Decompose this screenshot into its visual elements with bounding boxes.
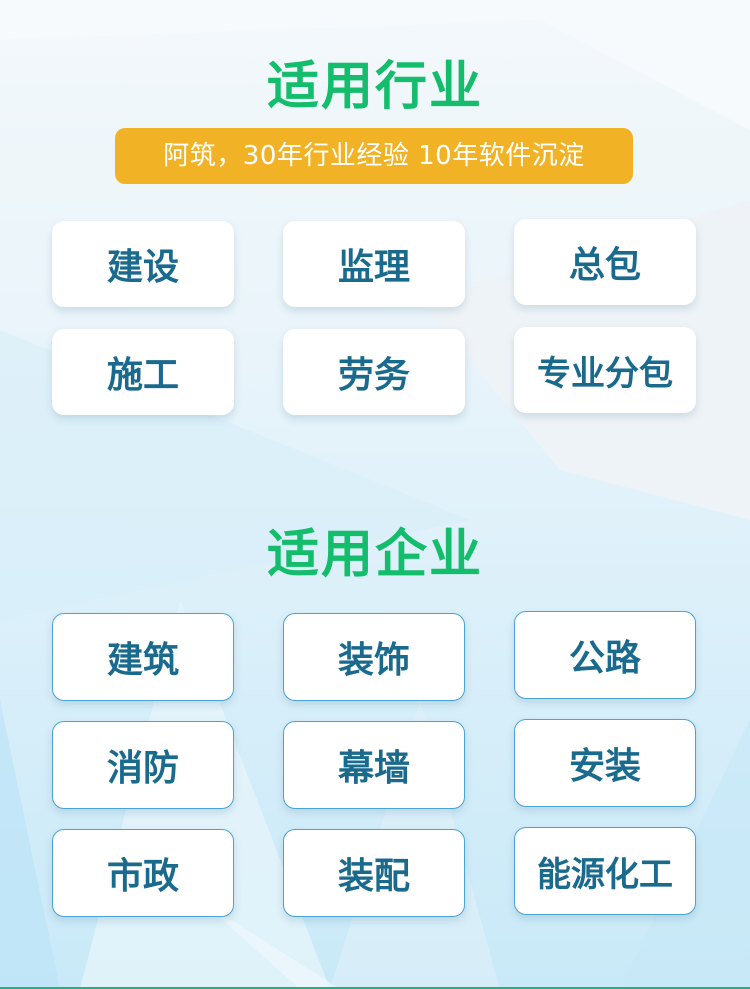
enterprise-card-fire-protection[interactable]: 消防 (52, 721, 234, 809)
industry-card-construction[interactable]: 施工 (52, 329, 234, 415)
card-label: 监理 (337, 247, 410, 288)
card-label: 消防 (106, 748, 179, 789)
industry-card-labor[interactable]: 劳务 (283, 329, 465, 415)
industry-card-specialty-subcontracting[interactable]: 专业分包 (514, 327, 696, 413)
enterprise-card-highway[interactable]: 公路 (514, 611, 696, 699)
industry-card-construction-development[interactable]: 建设 (52, 221, 234, 307)
enterprise-card-prefabrication[interactable]: 装配 (283, 829, 465, 917)
card-label: 专业分包 (537, 353, 673, 394)
enterprise-section-title: 适用企业 (266, 525, 483, 585)
enterprise-card-curtain-wall[interactable]: 幕墙 (283, 721, 465, 809)
enterprise-card-decoration[interactable]: 装饰 (283, 613, 465, 701)
card-label: 建设 (106, 247, 179, 288)
enterprise-card-municipal[interactable]: 市政 (52, 829, 234, 917)
experience-banner: 阿筑，30年行业经验 10年软件沉淀 (115, 128, 633, 184)
enterprise-card-installation[interactable]: 安装 (514, 719, 696, 807)
card-label: 总包 (568, 245, 641, 286)
enterprise-card-architecture[interactable]: 建筑 (52, 613, 234, 701)
card-label: 建筑 (106, 640, 179, 681)
card-label: 安装 (568, 746, 641, 787)
enterprise-card-energy-chemical[interactable]: 能源化工 (514, 827, 696, 915)
card-label: 市政 (106, 856, 179, 897)
industry-card-supervision[interactable]: 监理 (283, 221, 465, 307)
card-label: 装配 (337, 856, 410, 897)
card-label: 劳务 (337, 355, 410, 396)
industry-section-title: 适用行业 (266, 57, 483, 117)
card-label: 装饰 (337, 640, 410, 681)
card-label: 幕墙 (337, 748, 410, 789)
industry-card-general-contracting[interactable]: 总包 (514, 219, 696, 305)
card-label: 施工 (106, 355, 179, 396)
card-label: 能源化工 (537, 854, 673, 895)
card-label: 公路 (568, 638, 641, 679)
